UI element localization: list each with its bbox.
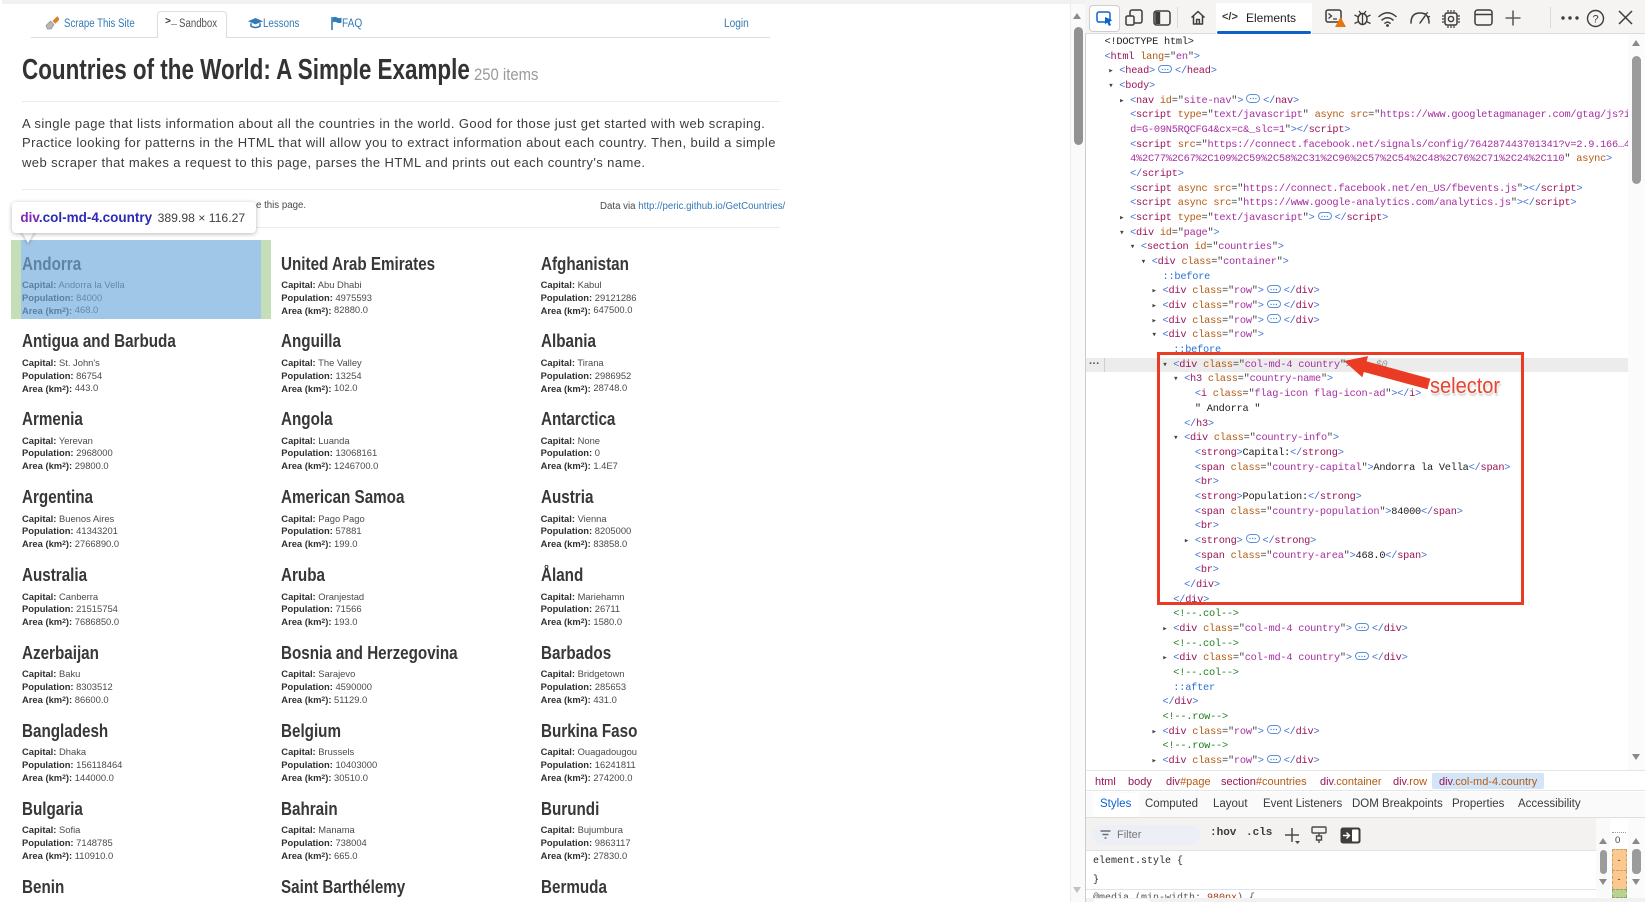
svg-text:?: ? <box>1592 13 1598 25</box>
